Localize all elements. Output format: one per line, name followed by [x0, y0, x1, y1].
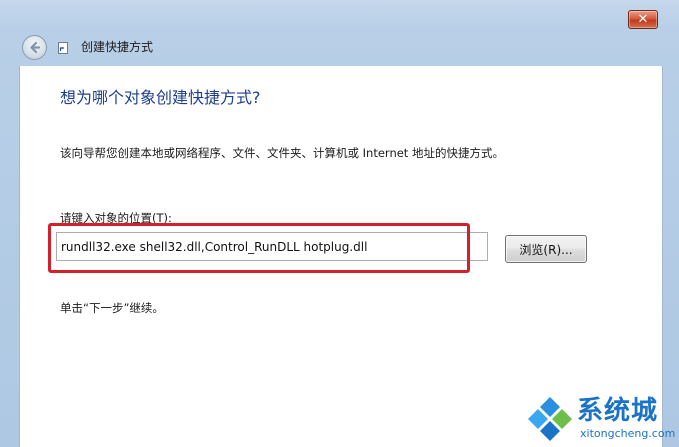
back-button[interactable] — [22, 35, 47, 60]
watermark-name: 系统城 — [577, 396, 659, 426]
back-arrow-icon — [30, 41, 41, 54]
title-bar: ✕ 创建快捷方式 — [0, 0, 679, 66]
create-shortcut-window: ✕ 创建快捷方式 想为哪个对象创建快捷方式? 该向导帮您创建本地或网络程序、文件… — [0, 0, 679, 447]
wizard-description: 该向导帮您创建本地或网络程序、文件、文件夹、计算机或 Internet 地址的快… — [60, 146, 504, 160]
continue-hint: 单击“下一步”继续。 — [60, 301, 164, 315]
diamond-logo-icon — [528, 397, 572, 441]
location-input[interactable] — [56, 232, 488, 261]
shortcut-icon — [58, 42, 68, 54]
browse-button[interactable]: 浏览(R)... — [505, 235, 587, 263]
site-watermark: 系统城 xitongcheng.com — [522, 393, 679, 447]
close-icon: ✕ — [637, 12, 649, 27]
wizard-content: 想为哪个对象创建快捷方式? 该向导帮您创建本地或网络程序、文件、文件夹、计算机或… — [19, 66, 663, 447]
location-label: 请键入对象的位置(T): — [60, 211, 172, 225]
page-heading: 想为哪个对象创建快捷方式? — [60, 88, 261, 107]
window-title: 创建快捷方式 — [81, 40, 154, 54]
watermark-domain: xitongcheng.com — [580, 427, 676, 440]
close-button[interactable]: ✕ — [628, 10, 658, 29]
